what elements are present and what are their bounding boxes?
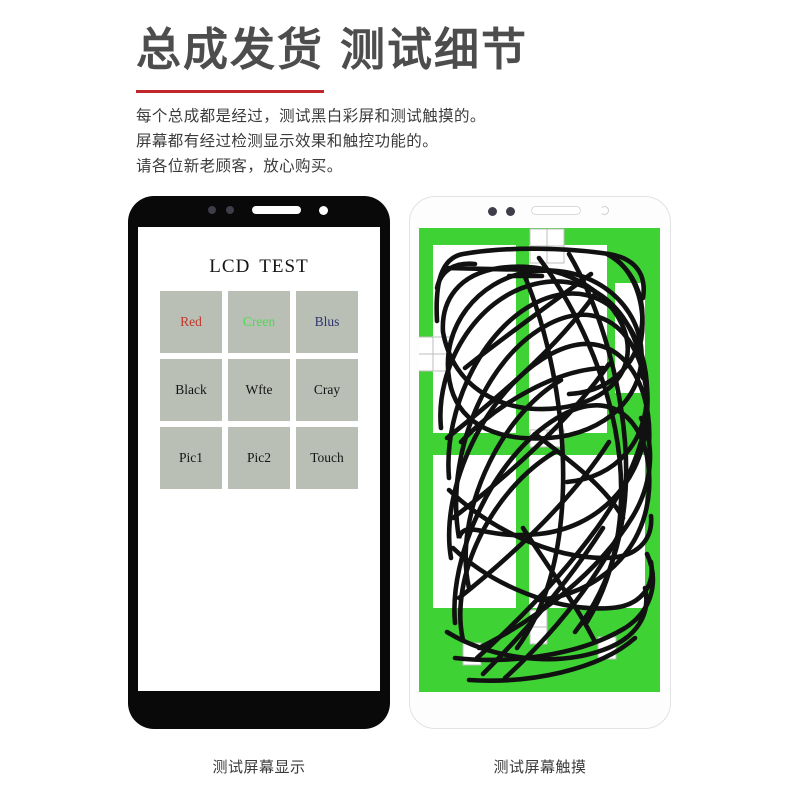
lcd-test-screen: LCD TEST Red Creen Blus Black Wfte Cray P… <box>138 227 380 691</box>
lcd-heading-part2: TEST <box>259 256 309 277</box>
touch-test-canvas <box>419 228 660 692</box>
page-title: 总成发货 测试细节 <box>136 22 736 78</box>
lcd-test-cell-black[interactable]: Black <box>160 359 222 421</box>
lcd-test-cell-red[interactable]: Red <box>160 291 222 353</box>
lcd-test-cell-touch[interactable]: Touch <box>296 427 358 489</box>
proximity-sensor-icon <box>226 206 234 214</box>
lcd-test-cell-pic2[interactable]: Pic2 <box>228 427 290 489</box>
phone-touch-test <box>409 196 671 729</box>
page-title-part2: 测试细节 <box>340 24 529 75</box>
proximity-sensor-icon <box>506 207 515 216</box>
earpiece-speaker-icon <box>252 206 301 214</box>
phone-display-test: LCD TEST Red Creen Blus Black Wfte Cray P… <box>128 196 390 729</box>
phone-top-bezel-white <box>410 197 670 224</box>
lcd-test-cell-green[interactable]: Creen <box>228 291 290 353</box>
description-block: 每个总成都是经过，测试黑白彩屏和测试触摸的。 屏幕都有经过检测显示效果和触控功能… <box>136 104 736 179</box>
front-camera-icon <box>600 206 609 215</box>
earpiece-speaker-icon <box>531 206 581 215</box>
lcd-test-cell-gray[interactable]: Cray <box>296 359 358 421</box>
description-line-2: 屏幕都有经过检测显示效果和触控功能的。 <box>136 133 439 151</box>
lcd-test-grid: Red Creen Blus Black Wfte Cray Pic1 Pic2… <box>160 291 358 489</box>
front-camera-icon <box>319 206 328 215</box>
sensor-dot-icon <box>488 207 497 216</box>
caption-touch-test: 测试屏幕触摸 <box>493 759 587 776</box>
lcd-heading-part1: LCD <box>209 256 251 277</box>
header: 总成发货 测试细节 每个总成都是经过，测试黑白彩屏和测试触摸的。 屏幕都有经过检测… <box>136 22 736 179</box>
lcd-test-cell-pic1[interactable]: Pic1 <box>160 427 222 489</box>
lcd-test-cell-blue[interactable]: Blus <box>296 291 358 353</box>
lcd-test-heading: LCD TEST <box>138 227 380 278</box>
lcd-test-cell-white[interactable]: Wfte <box>228 359 290 421</box>
title-underline <box>136 90 324 94</box>
phone-comparison: LCD TEST Red Creen Blus Black Wfte Cray P… <box>0 196 800 736</box>
page-title-part1: 总成发货 <box>136 24 325 75</box>
sensor-dot-icon <box>208 206 216 214</box>
description-line-1: 每个总成都是经过，测试黑白彩屏和测试触摸的。 <box>136 108 486 126</box>
product-detail-page: 总成发货 测试细节 每个总成都是经过，测试黑白彩屏和测试触摸的。 屏幕都有经过检测… <box>0 0 800 800</box>
caption-display-test: 测试屏幕显示 <box>212 759 306 776</box>
description-line-3: 请各位新老顾客，放心购买。 <box>136 158 343 176</box>
phone-top-bezel <box>128 196 390 223</box>
touch-test-screen[interactable] <box>419 228 660 692</box>
